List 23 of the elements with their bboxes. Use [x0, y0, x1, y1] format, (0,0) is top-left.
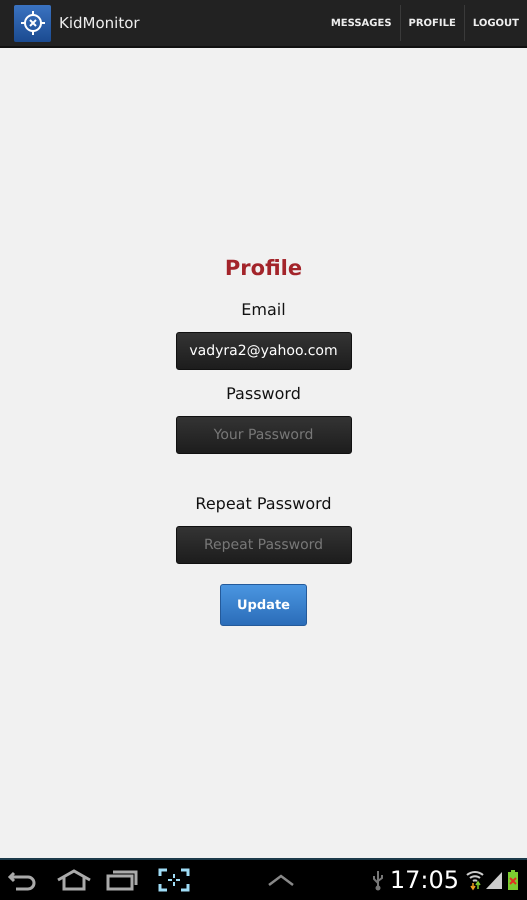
battery-icon: [507, 869, 520, 891]
input-field[interactable]: Your Password: [176, 416, 352, 454]
input-field[interactable]: Repeat Password: [176, 526, 352, 564]
app-title: KidMonitor: [59, 14, 141, 32]
field-label: Repeat Password: [195, 494, 332, 515]
chevron-up-icon[interactable]: [266, 873, 295, 887]
field-label: Email: [241, 300, 286, 321]
menu-item[interactable]: MESSAGES: [322, 5, 400, 41]
home-icon[interactable]: [56, 869, 92, 891]
menu-item[interactable]: PROFILE: [400, 5, 464, 41]
app-logo-icon: [14, 4, 51, 42]
clock-time: 17:05: [390, 866, 460, 894]
input-field[interactable]: vadyra2@yahoo.com: [176, 332, 352, 370]
menu-item[interactable]: LOGOUT: [464, 5, 527, 41]
signal-icon: [485, 870, 504, 890]
form-title: Profile: [224, 256, 302, 282]
back-icon[interactable]: [8, 869, 38, 891]
update-button[interactable]: Update: [220, 584, 307, 626]
wifi-icon: [465, 869, 486, 891]
field-label: Password: [226, 384, 301, 405]
screenshot-icon[interactable]: [158, 868, 190, 892]
recent-apps-icon[interactable]: [106, 869, 138, 891]
usb-icon: [372, 869, 384, 891]
